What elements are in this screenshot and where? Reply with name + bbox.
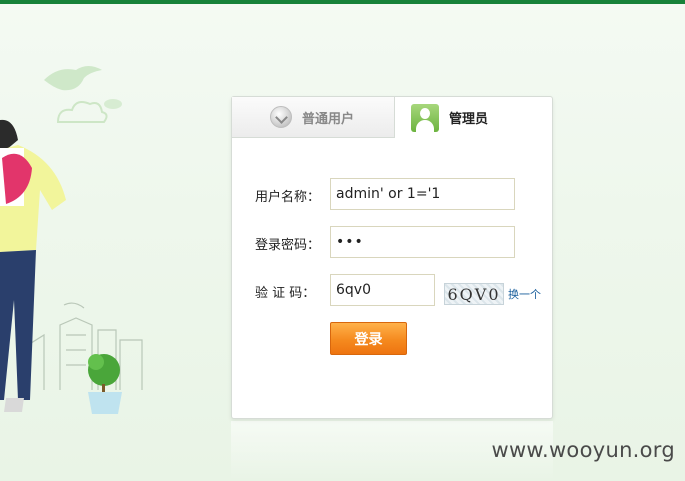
admin-user-icon [411,103,439,132]
tab-regular-user[interactable]: 普通用户 [232,97,395,138]
login-panel: 普通用户 管理员 用户名称： admin' or 1='1 登录密码： ••• … [231,96,553,419]
chevron-circle-icon [270,106,292,128]
username-field[interactable]: admin' or 1='1 [330,178,515,210]
password-value: ••• [336,234,364,250]
username-label: 用户名称： [255,190,321,205]
girl-illustration [0,119,66,412]
tab-regular-user-label: 普通用户 [302,111,355,127]
bird-illustration [44,66,102,91]
watermark-text: www.wooyun.org [491,438,675,462]
city-illustration [27,302,143,390]
captcha-refresh-link[interactable]: 换一个 [508,286,541,302]
small-cloud-illustration [104,99,122,109]
potted-tree-illustration [88,354,122,414]
captcha-value: 6qv0 [336,282,371,298]
username-value: admin' or 1='1 [336,186,441,202]
tab-admin[interactable]: 管理员 [395,97,553,138]
captcha-image-text: 6QV0 [447,284,501,304]
cloud-illustration [56,101,108,123]
password-label: 登录密码： [255,238,321,253]
login-button[interactable]: 登录 [330,322,407,355]
captcha-label: 验 证 码： [255,286,316,301]
tab-admin-label: 管理员 [449,112,489,127]
captcha-image[interactable]: 6QV0 [444,283,504,305]
password-field[interactable]: ••• [330,226,515,258]
captcha-field[interactable]: 6qv0 [330,274,435,306]
